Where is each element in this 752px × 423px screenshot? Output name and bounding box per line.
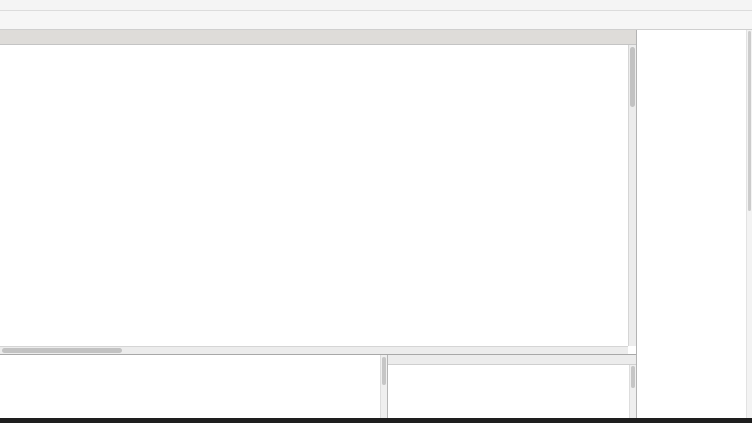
window-bottom-edge: [0, 418, 752, 423]
library-scrollbar[interactable]: [746, 30, 752, 418]
blocks-layer: [0, 45, 636, 354]
bottom-panels: [0, 354, 636, 418]
grc-window: [0, 0, 752, 423]
tab-bar: [0, 30, 636, 45]
menubar: [0, 0, 752, 11]
workspace: [0, 30, 637, 418]
block-library: [637, 30, 752, 418]
variable-editor: [388, 355, 636, 418]
canvas-horizontal-scrollbar[interactable]: [0, 346, 628, 354]
variable-editor-header: [388, 355, 636, 365]
toolbar: [0, 11, 752, 30]
console-log: [0, 355, 388, 418]
variable-editor-scrollbar[interactable]: [629, 365, 636, 418]
flowgraph-canvas[interactable]: [0, 45, 636, 354]
console-scrollbar[interactable]: [380, 355, 387, 418]
main-area: [0, 30, 752, 418]
canvas-vertical-scrollbar[interactable]: [628, 45, 636, 346]
